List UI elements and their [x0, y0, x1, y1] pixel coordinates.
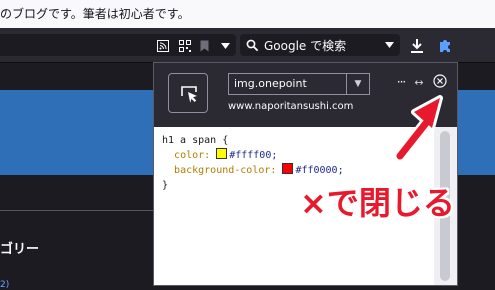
annotation-arrow — [394, 95, 443, 162]
annotation-text: ×で閉じる — [300, 184, 455, 222]
